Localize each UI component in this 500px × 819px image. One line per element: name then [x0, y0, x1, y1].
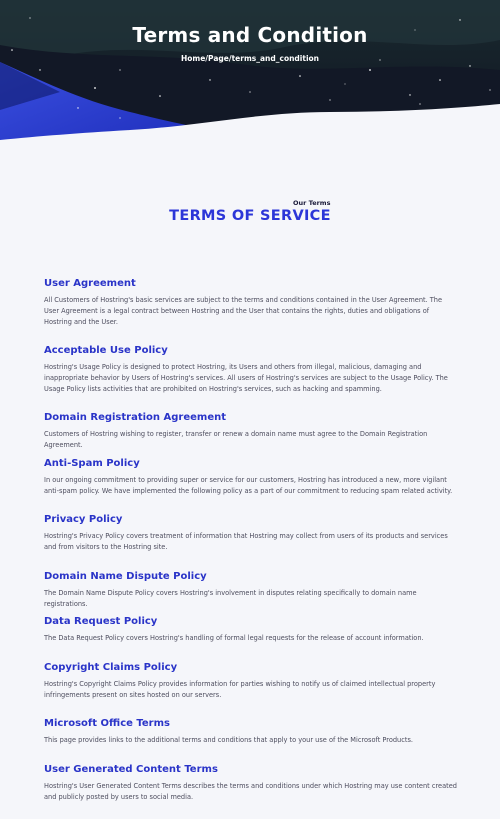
terms-item: Domain Registration Agreement Customers …	[44, 411, 458, 457]
terms-item: User Generated Content Terms Hostring's …	[44, 763, 458, 809]
page-title: Terms and Condition	[132, 23, 368, 47]
terms-item-title: User Generated Content Terms	[44, 764, 218, 775]
terms-item-title: Microsoft Office Terms	[44, 718, 170, 729]
terms-item-title: User Agreement	[44, 278, 136, 289]
terms-list: User Agreement All Customers of Hostring…	[44, 277, 458, 809]
terms-item-text: Hostring's Usage Policy is designed to p…	[44, 363, 448, 394]
terms-item: Copyright Claims Policy Hostring's Copyr…	[44, 661, 458, 717]
section-heading: TERMS OF SERVICE	[0, 205, 500, 224]
terms-item-title: Domain Name Dispute Policy	[44, 571, 207, 582]
section-title: TERMS OF SERVICE	[157, 208, 343, 224]
terms-item: Microsoft Office Terms This page provide…	[44, 717, 458, 763]
hero-banner: Terms and Condition Home/Page/terms_and_…	[0, 0, 500, 150]
terms-item-title: Privacy Policy	[44, 514, 123, 525]
terms-item-text: This page provides links to the addition…	[44, 736, 413, 744]
terms-item-title: Data Request Policy	[44, 616, 158, 627]
terms-item-text: Hostring's User Generated Content Terms …	[44, 782, 457, 802]
terms-item-title: Anti-Spam Policy	[44, 458, 140, 469]
terms-item: User Agreement All Customers of Hostring…	[44, 277, 458, 344]
terms-item-text: Hostring's Privacy Policy covers treatme…	[44, 532, 448, 552]
terms-item: Privacy Policy Hostring's Privacy Policy…	[44, 513, 458, 570]
terms-item: Anti-Spam Policy In our ongoing commitme…	[44, 457, 458, 513]
terms-item: Acceptable Use Policy Hostring's Usage P…	[44, 344, 458, 411]
terms-item: Domain Name Dispute Policy The Domain Na…	[44, 570, 458, 615]
terms-item-text: In our ongoing commitment to providing s…	[44, 476, 453, 496]
terms-item-text: Customers of Hostring wishing to registe…	[44, 430, 428, 450]
terms-item-title: Acceptable Use Policy	[44, 345, 168, 356]
terms-item-text: The Domain Name Dispute Policy covers Ho…	[44, 589, 417, 609]
terms-item-title: Copyright Claims Policy	[44, 662, 178, 673]
terms-item-title: Domain Registration Agreement	[44, 412, 227, 423]
terms-item-text: The Data Request Policy covers Hostring'…	[44, 634, 424, 642]
terms-item-text: All Customers of Hostring's basic servic…	[44, 296, 443, 327]
breadcrumb[interactable]: Home/Page/terms_and_condition	[0, 54, 500, 63]
terms-item: Data Request Policy The Data Request Pol…	[44, 615, 458, 661]
terms-item-text: Hostring's Copyright Claims Policy provi…	[44, 680, 436, 700]
